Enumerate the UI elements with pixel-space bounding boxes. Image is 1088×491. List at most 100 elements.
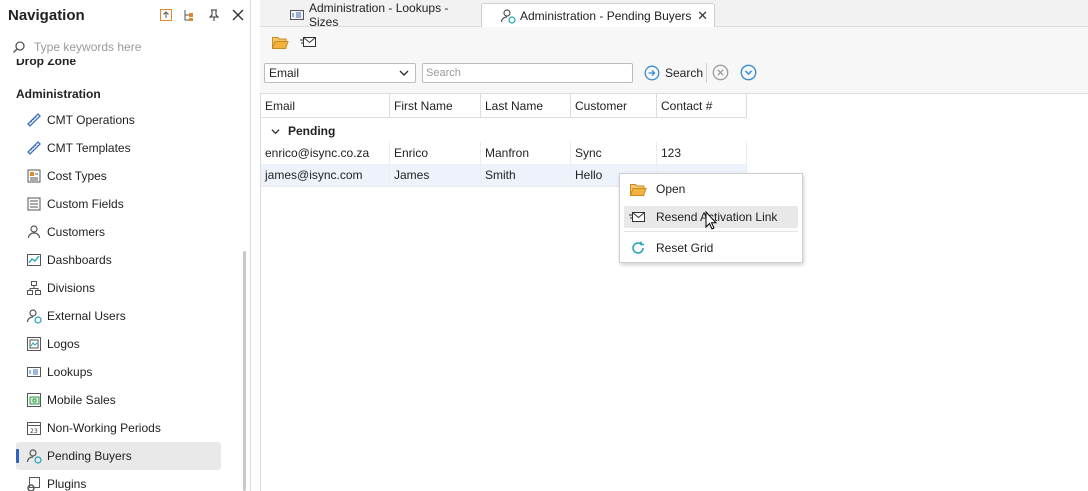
separator: [706, 63, 707, 83]
cost-types-icon: [26, 168, 42, 184]
plugin-icon: [26, 476, 42, 491]
sidebar-item-customers[interactable]: Customers: [16, 218, 221, 246]
search-field-value: Email: [269, 66, 300, 80]
column-header-customer[interactable]: Customer: [571, 94, 657, 117]
chevron-down-icon: [271, 128, 280, 134]
cell-first-name: James: [390, 164, 481, 186]
sidebar-item-label: Plugins: [47, 477, 87, 491]
close-icon[interactable]: ✕: [697, 8, 708, 24]
ruler-icon: [26, 112, 42, 128]
logo-image-icon: [26, 336, 42, 352]
column-header-last-name[interactable]: Last Name: [481, 94, 571, 117]
calendar-icon: 23: [26, 420, 42, 436]
sidebar-item-label: Custom Fields: [47, 197, 124, 211]
sidebar-item-label: External Users: [47, 309, 126, 323]
nav-title: Navigation: [8, 7, 85, 24]
envelope-icon: [629, 209, 647, 225]
document-tabs: Administration - Lookups - Sizes Adminis…: [260, 0, 1088, 29]
sidebar-item-lookups[interactable]: Lookups: [16, 358, 221, 386]
column-header-contact[interactable]: Contact #: [657, 94, 747, 117]
refresh-icon: [629, 240, 647, 256]
clipped-section-heading: Drop Zone: [16, 59, 76, 68]
clear-icon[interactable]: [712, 64, 729, 84]
group-label: Pending: [288, 124, 336, 138]
cell-email: enrico@isync.co.za: [261, 142, 390, 164]
nav-scrollbar[interactable]: [243, 251, 246, 491]
grid-toolbar: [260, 27, 1088, 57]
mouse-cursor-icon: [705, 211, 717, 230]
cell-last-name: Manfron: [481, 142, 571, 164]
custom-fields-icon: [26, 196, 42, 212]
sidebar-item-label: Dashboards: [47, 253, 112, 267]
tab-label: Administration - Pending Buyers: [520, 8, 692, 23]
sidebar-item-custom-fields[interactable]: Custom Fields: [16, 190, 221, 218]
cell-email: james@isync.com: [261, 164, 390, 186]
pin-icon[interactable]: [206, 7, 222, 23]
menu-item-label: Reset Grid: [656, 241, 714, 255]
sidebar-item-label: CMT Templates: [47, 141, 131, 155]
sidebar-item-logos[interactable]: Logos: [16, 330, 221, 358]
sidebar-item-label: Customers: [47, 225, 106, 239]
tab-pending-buyers[interactable]: Administration - Pending Buyers ✕: [481, 3, 715, 27]
tree-expand-icon[interactable]: [182, 7, 198, 23]
lookup-icon: [289, 8, 305, 22]
menu-item-label: Open: [656, 182, 686, 196]
mobile-sales-icon: [26, 392, 42, 408]
table-row[interactable]: enrico@isync.co.za Enrico Manfron Sync 1…: [261, 142, 747, 165]
search-button-label: Search: [665, 66, 704, 80]
section-administration: Administration: [16, 87, 101, 101]
person-icon: [26, 224, 42, 240]
org-chart-icon: [26, 280, 42, 296]
sidebar-item-label: Cost Types: [47, 169, 107, 183]
navigation-panel: Navigation Type keywords here Drop Zone …: [0, 0, 251, 491]
search-placeholder: Search: [426, 67, 461, 79]
menu-separator: [624, 231, 798, 232]
sidebar-item-label: Non-Working Periods: [47, 421, 161, 435]
sidebar-item-cmt-templates[interactable]: CMT Templates: [16, 134, 221, 162]
nav-toolbar: [158, 7, 246, 23]
cell-last-name: Smith: [481, 164, 571, 186]
pending-buyers-grid: Email First Name Last Name Customer Cont…: [260, 94, 1088, 491]
menu-item-open[interactable]: Open: [624, 178, 798, 200]
sidebar-item-plugins[interactable]: Plugins: [16, 470, 221, 491]
search-input[interactable]: Search: [422, 63, 633, 83]
sidebar-item-cost-types[interactable]: Cost Types: [16, 162, 221, 190]
sidebar-item-label: Divisions: [47, 281, 96, 295]
sidebar-item-pending-buyers[interactable]: Pending Buyers: [16, 442, 221, 470]
sidebar-item-non-working-periods[interactable]: 23 Non-Working Periods: [16, 414, 221, 442]
group-row-pending[interactable]: Pending: [261, 121, 335, 141]
menu-item-reset-grid[interactable]: Reset Grid: [624, 237, 798, 259]
chevron-down-icon: [399, 67, 409, 81]
pending-buyers-icon: [26, 448, 42, 464]
sidebar-item-mobile-sales[interactable]: Mobile Sales: [16, 386, 221, 414]
sidebar-item-label: Mobile Sales: [47, 393, 116, 407]
sidebar-item-dashboards[interactable]: Dashboards: [16, 246, 221, 274]
search-button[interactable]: Search: [644, 63, 703, 83]
close-icon[interactable]: [230, 7, 246, 23]
sidebar-item-cmt-operations[interactable]: CMT Operations: [16, 106, 221, 134]
tab-lookups-sizes[interactable]: Administration - Lookups - Sizes: [270, 1, 488, 29]
nav-search-placeholder[interactable]: Type keywords here: [34, 40, 141, 54]
collapse-all-icon[interactable]: [158, 7, 174, 23]
grid-header: Email First Name Last Name Customer Cont…: [261, 94, 747, 118]
sidebar-item-label: Pending Buyers: [47, 449, 132, 463]
cell-first-name: Enrico: [390, 142, 481, 164]
search-field-select[interactable]: Email: [264, 63, 416, 83]
sidebar-item-external-users[interactable]: External Users: [16, 302, 221, 330]
column-header-first-name[interactable]: First Name: [390, 94, 481, 117]
expand-down-icon[interactable]: [740, 64, 757, 84]
folder-open-icon[interactable]: [271, 34, 289, 50]
search-icon: [13, 41, 25, 53]
column-header-email[interactable]: Email: [261, 94, 390, 117]
envelope-icon[interactable]: [300, 34, 318, 50]
nav-list: CMT Operations CMT Templates Cost Types …: [16, 106, 221, 491]
nav-search[interactable]: Type keywords here: [12, 39, 242, 55]
tab-label: Administration - Lookups - Sizes: [309, 1, 449, 29]
ruler-icon: [26, 140, 42, 156]
sidebar-item-divisions[interactable]: Divisions: [16, 274, 221, 302]
search-bar: Email Search Search: [260, 57, 1088, 94]
dashboard-icon: [26, 252, 42, 268]
sidebar-item-label: CMT Operations: [47, 113, 135, 127]
sidebar-item-label: Logos: [47, 337, 80, 351]
pending-buyers-icon: [500, 8, 516, 24]
